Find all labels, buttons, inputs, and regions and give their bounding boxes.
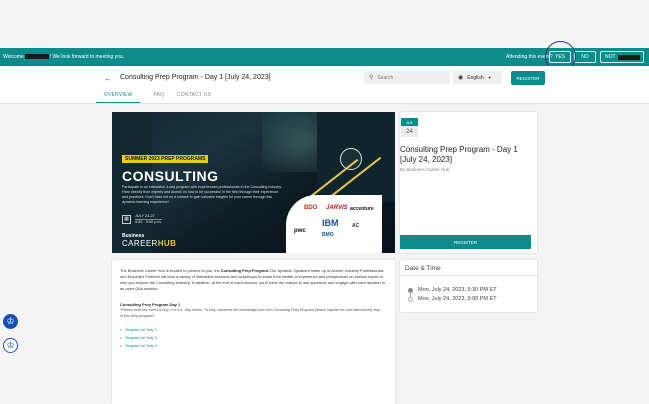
- calendar-icon: ▦: [122, 215, 131, 224]
- register-day-3-link[interactable]: Register for Day 3: [125, 335, 156, 340]
- hero-date: ▦ JULY 24-27 4:30 - 9:00 p.m.: [122, 214, 162, 225]
- globe-icon: ◉: [458, 75, 464, 81]
- end-time-row: Mon, July 24, 2023, 9:00 PM ET: [408, 296, 497, 302]
- ibm-logo: IBM: [322, 218, 339, 228]
- welcome-message: Welcome ! We look forward to meeting you.: [3, 54, 124, 60]
- bdo-logo: BDO: [304, 205, 318, 211]
- hero-headline: CONSULTING: [122, 168, 219, 184]
- welcome-suffix: ! We look forward to meeting you.: [49, 54, 125, 60]
- list-item: • Register for Day 3: [120, 334, 157, 342]
- brand-main: CAREERHUB: [122, 239, 176, 248]
- ac-logo: AC: [352, 223, 360, 229]
- description-intro: The Business Career Hub is excited to pr…: [120, 268, 386, 292]
- date-day: 24: [401, 126, 418, 137]
- tab-faq[interactable]: FAQ: [153, 92, 164, 103]
- tab-overview[interactable]: OVERVIEW: [96, 92, 141, 103]
- date-month: JUL: [401, 118, 418, 126]
- hero-date-block: JULY 24-27 4:30 - 9:00 p.m.: [135, 214, 162, 225]
- description-heading: Consulting Prep Program Day 1: [120, 302, 181, 307]
- language-value: English: [467, 74, 484, 81]
- accenture-logo: accenture: [350, 206, 374, 212]
- search-placeholder: Search: [377, 74, 394, 81]
- pwc-logo: pwc: [294, 228, 306, 234]
- search-icon: ⚲: [369, 75, 374, 81]
- hero-round-badge: [340, 148, 362, 170]
- start-dot-icon: [408, 287, 413, 293]
- accessibility-alt-icon[interactable]: ♔: [3, 338, 18, 353]
- redacted-name: [24, 54, 49, 60]
- tab-contact-us[interactable]: CONTACT US: [177, 92, 211, 103]
- hero-time-line: 4:30 - 9:00 p.m.: [135, 219, 162, 224]
- tab-bar: OVERVIEW FAQ CONTACT US: [96, 92, 224, 103]
- accessibility-person-icon[interactable]: ♔: [3, 314, 18, 329]
- register-links-list: • Register for Day 2 • Register for Day 3 …: [120, 326, 157, 350]
- event-description-card: The Business Career Hub is excited to pr…: [112, 260, 395, 404]
- intro-text-1: The Business Career Hub is excited to pr…: [120, 268, 221, 273]
- caret-down-icon: ▼: [487, 75, 492, 80]
- attendance-banner: Welcome ! We look forward to meeting you.…: [0, 48, 649, 66]
- language-select[interactable]: ◉ English ▼: [453, 71, 502, 84]
- sponsor-logos-panel: BDO JARVIS accenture pwc IBM BMO AC: [286, 195, 382, 253]
- bullet-icon: •: [120, 343, 122, 348]
- event-hero-image: SUMMER 2023 PREP PROGRAMS CONSULTING Par…: [112, 112, 395, 253]
- bullet-icon: •: [120, 327, 122, 332]
- arrow-left-icon[interactable]: ←: [104, 74, 112, 83]
- jarvis-logo: JARVIS: [326, 205, 348, 211]
- end-circle-icon: [408, 296, 413, 302]
- register-day-4-link[interactable]: Register for Day 4: [125, 343, 156, 348]
- header-register-button[interactable]: REGISTER: [511, 71, 545, 85]
- start-time-row: Mon, July 24, 2023, 5:30 PM ET: [408, 287, 497, 293]
- event-info-card: JUL 24 Consulting Prep Program - Day 1 […: [400, 112, 537, 253]
- start-time: Mon, July 24, 2023, 5:30 PM ET: [418, 287, 497, 293]
- list-item: • Register for Day 2: [120, 326, 157, 334]
- end-time: Mon, July 24, 2023, 9:00 PM ET: [418, 296, 497, 302]
- event-host: By Business Career Hub: [400, 167, 450, 172]
- date-time-card: Date & Time Mon, July 24, 2023, 5:30 PM …: [400, 260, 537, 312]
- register-day-2-link[interactable]: Register for Day 2: [125, 327, 156, 332]
- event-header: ← Consulting Prep Program - Day 1 [July …: [0, 66, 649, 104]
- description-note: *Please note this event is Day 1 of a 4-…: [120, 308, 380, 318]
- attend-yes-button[interactable]: YES: [549, 51, 571, 63]
- not-sure-label: NOT: [605, 54, 616, 60]
- hero-description: Participate in an interactive 4-day prog…: [122, 185, 282, 204]
- intro-program-name: Consulting Prep Program: [220, 268, 268, 273]
- attend-question: Attending this event?: [506, 54, 553, 60]
- bmo-logo: BMO: [322, 232, 334, 238]
- attend-no-button[interactable]: NO: [574, 51, 596, 63]
- hero-tag: SUMMER 2023 PREP PROGRAMS: [122, 155, 209, 163]
- welcome-prefix: Welcome: [3, 54, 24, 60]
- page-title: Consulting Prep Program - Day 1 [July 24…: [120, 74, 271, 81]
- event-title: Consulting Prep Program - Day 1 [July 24…: [400, 145, 518, 164]
- register-button[interactable]: REGISTER: [400, 235, 531, 249]
- brand-accent: HUB: [157, 239, 177, 248]
- list-item: • Register for Day 4: [120, 342, 157, 350]
- date-time-heading: Date & Time: [405, 265, 441, 272]
- attend-not-sure-button[interactable]: NOT: [600, 51, 644, 63]
- search-input[interactable]: ⚲ Search: [364, 71, 450, 84]
- brand-main-text: CAREER: [122, 239, 158, 248]
- divider: [400, 275, 537, 276]
- bullet-icon: •: [120, 335, 122, 340]
- redacted-label: [617, 54, 640, 60]
